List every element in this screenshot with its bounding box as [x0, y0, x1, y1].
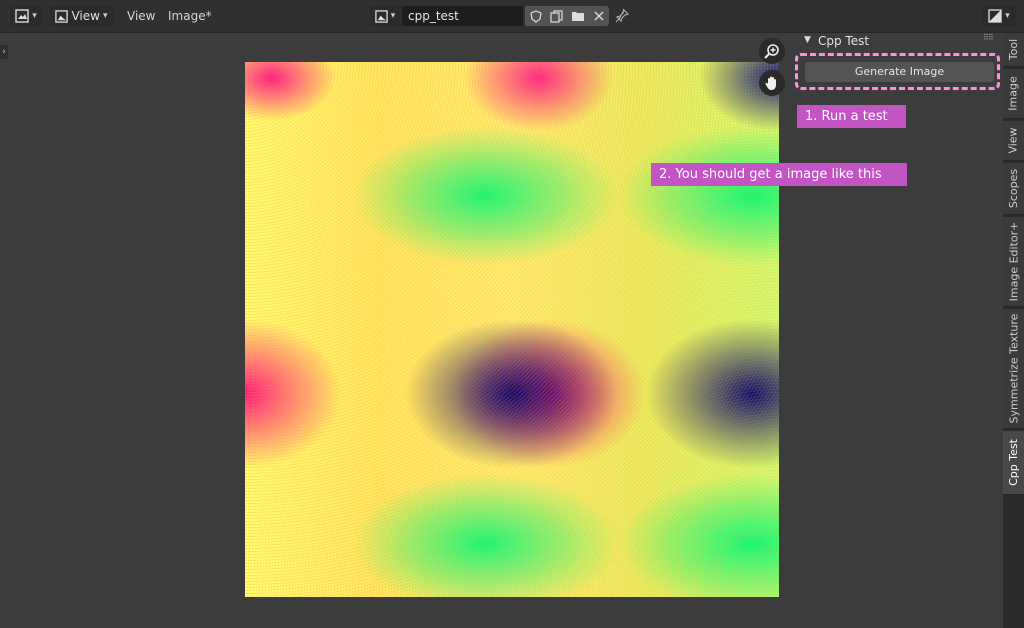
browse-image-button[interactable]: ▾	[369, 6, 401, 26]
fake-user-button[interactable]	[525, 6, 546, 26]
image-view-icon	[55, 9, 69, 23]
zoom-in-icon	[764, 44, 779, 59]
shield-icon	[529, 9, 542, 23]
collapse-arrow-icon: ▼	[804, 35, 811, 45]
image-editor-icon	[15, 9, 29, 23]
folder-icon	[571, 12, 584, 21]
tab-image[interactable]: Image	[1003, 69, 1024, 119]
editor-header: ▾ View ▾ View Image* ▾ cpp_test ▾	[0, 0, 1024, 33]
chevron-down-icon: ▾	[1005, 11, 1010, 21]
tab-cpp-test[interactable]: Cpp Test	[1003, 431, 1024, 495]
panel-title: Cpp Test	[818, 34, 870, 48]
image-name-field[interactable]: cpp_test	[402, 6, 523, 26]
chevron-down-icon: ▾	[390, 11, 396, 21]
tab-view[interactable]: View	[1003, 121, 1024, 161]
editor-type-button[interactable]: ▾	[10, 6, 42, 26]
duplicate-icon	[550, 9, 563, 23]
tab-scopes[interactable]: Scopes	[1003, 163, 1024, 215]
annotation-step1: 1. Run a test	[797, 105, 906, 128]
new-image-button[interactable]	[546, 6, 567, 26]
zoom-button[interactable]	[759, 38, 785, 64]
menu-image[interactable]: Image*	[168, 7, 212, 25]
display-channels-icon	[988, 9, 1002, 23]
view-mode-label: View	[71, 9, 100, 23]
tab-tool[interactable]: Tool	[1003, 33, 1024, 67]
drag-handle-icon[interactable]: ⠿⠿	[983, 33, 994, 42]
pin-button[interactable]	[614, 7, 632, 25]
close-icon	[594, 11, 603, 21]
open-image-button[interactable]	[567, 6, 588, 26]
tab-symmetrize-texture[interactable]: Symmetrize Texture	[1003, 309, 1024, 429]
chevron-down-icon: ▾	[102, 11, 108, 21]
pan-button[interactable]	[759, 70, 785, 96]
annotation-highlight	[795, 53, 1000, 90]
display-mode-dropdown[interactable]: ▾	[982, 6, 1016, 26]
cpp-test-panel-header[interactable]: ▼ Cpp Test ⠿⠿	[800, 33, 1000, 51]
annotation-step2: 2. You should get a image like this	[651, 163, 907, 186]
expand-toolbar-icon[interactable]: ›	[0, 45, 8, 59]
pin-icon	[615, 8, 630, 23]
view-mode-dropdown[interactable]: View ▾	[49, 6, 114, 26]
sidebar-tabs: Tool Image View Scopes Image Editor+ Sym…	[1003, 33, 1024, 628]
hand-icon	[765, 76, 776, 90]
menu-view[interactable]: View	[127, 7, 155, 25]
image-browse-icon	[375, 9, 388, 23]
generated-image	[245, 62, 779, 597]
tab-image-editor-plus[interactable]: Image Editor+	[1003, 217, 1024, 307]
chevron-down-icon: ▾	[32, 11, 37, 21]
unlink-image-button[interactable]	[588, 6, 609, 26]
